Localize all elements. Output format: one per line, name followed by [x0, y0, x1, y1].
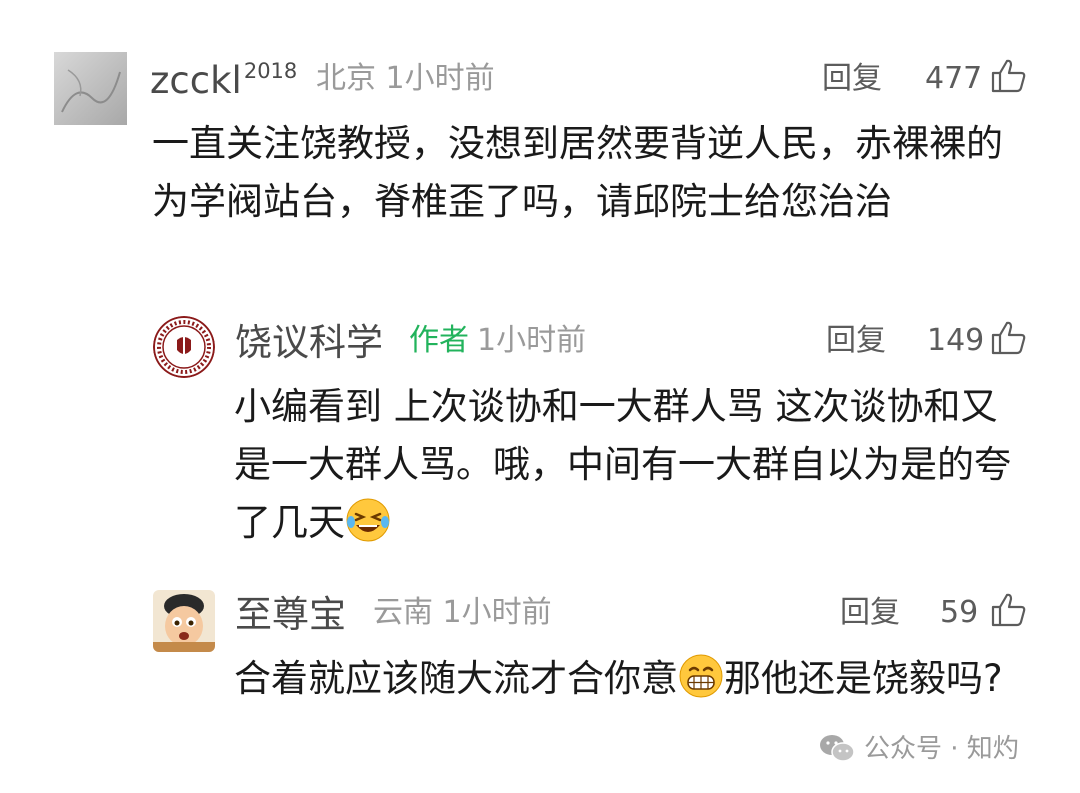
username-badge: 2018 — [243, 59, 298, 83]
comment-text: 小编看到 上次谈协和一大群人骂 这次谈协和又是一大群人骂。哦，中间有一大群自以为… — [234, 378, 1024, 552]
username[interactable]: 饶议科学 — [235, 324, 383, 361]
username-text[interactable]: zcckl — [150, 59, 242, 102]
comment-text-after: 那他还是饶毅吗? — [724, 657, 1003, 700]
thumbs-up-icon[interactable] — [990, 592, 1028, 632]
comment-text: 合着就应该随大流才合你意 那他还是饶毅吗? — [234, 650, 1034, 708]
username[interactable]: zcckl2018 — [150, 59, 298, 102]
comment-text: 一直关注饶教授，没想到居然要背逆人民，赤裸裸的为学阀站台，脊椎歪了吗，请邱院士给… — [152, 122, 1003, 223]
location: 云南 — [373, 595, 433, 630]
watermark-text: 公众号 · 知灼 — [864, 734, 1019, 764]
comment-meta: 云南 1小时前 — [373, 598, 552, 628]
comment-meta: 作者 1小时前 — [409, 326, 586, 356]
timestamp: 1小时前 — [442, 595, 552, 630]
reply-button[interactable]: 回复 — [840, 598, 900, 628]
thumbs-up-icon[interactable] — [990, 320, 1028, 360]
wechat-icon — [820, 735, 855, 762]
laughing-tears-emoji-icon — [345, 497, 391, 543]
author-badge: 作者 — [409, 323, 469, 358]
location: 北京 — [316, 61, 376, 96]
like-count: 477 — [925, 61, 983, 96]
like-count: 149 — [927, 323, 985, 358]
reply-button[interactable]: 回复 — [826, 326, 886, 356]
avatar[interactable] — [153, 590, 215, 652]
watermark: 公众号 · 知灼 — [818, 733, 1019, 763]
reply-button[interactable]: 回复 — [822, 64, 882, 94]
avatar[interactable] — [153, 316, 215, 378]
avatar[interactable] — [54, 52, 127, 125]
comment-text-before: 合着就应该随大流才合你意 — [234, 657, 678, 700]
like-count: 59 — [940, 595, 979, 630]
thumbs-up-icon[interactable] — [990, 58, 1028, 98]
timestamp: 1小时前 — [477, 323, 587, 358]
timestamp: 1小时前 — [385, 61, 495, 96]
grinning-emoji-icon — [678, 653, 724, 699]
username[interactable]: 至尊宝 — [235, 596, 346, 633]
comment-meta: 北京 1小时前 — [316, 64, 495, 94]
